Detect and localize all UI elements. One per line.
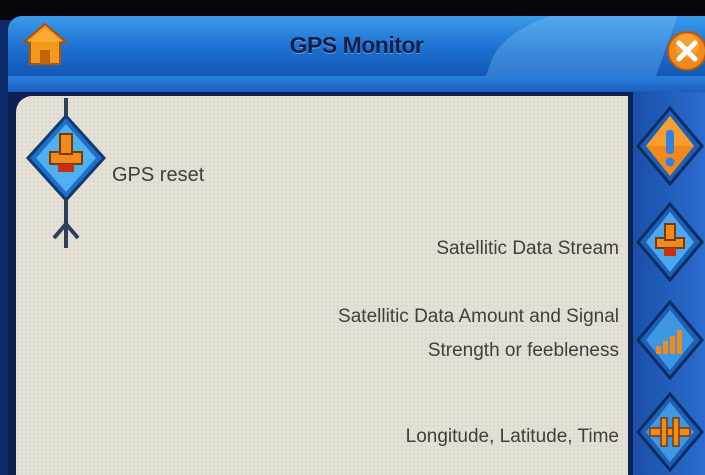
alert-button[interactable] — [636, 105, 704, 187]
signal-strength-button[interactable] — [636, 299, 704, 381]
gps-reset-label: GPS reset — [112, 164, 205, 186]
close-button[interactable] — [666, 30, 705, 72]
satellite-data-stream-button[interactable] — [636, 201, 704, 283]
signal-strength-description: Satellitic Data Amount and Signal Streng… — [338, 300, 619, 368]
home-button[interactable] — [21, 22, 69, 66]
title-separator — [8, 76, 705, 92]
signal-strength-line-1: Satellitic Data Amount and Signal — [338, 306, 619, 327]
signal-strength-line-2: Strength or feebleness — [427, 340, 619, 361]
title-bar: GPS Monitor — [8, 16, 705, 76]
close-icon — [667, 31, 705, 71]
gps-reset-icon — [25, 98, 107, 248]
coordinates-label: Longitude, Latitude, Time — [405, 426, 619, 447]
alert-icon — [636, 105, 704, 187]
page-title: GPS Monitor — [289, 32, 424, 58]
home-icon — [21, 22, 69, 65]
satellite-data-stream-icon — [636, 201, 704, 283]
coordinates-button[interactable] — [636, 391, 704, 473]
gps-reset-button[interactable] — [24, 98, 108, 248]
signal-strength-icon — [636, 299, 704, 381]
coordinates-icon — [636, 391, 704, 473]
gps-monitor-screen: GPS Monitor GPS reset Satellitic Data St… — [0, 0, 705, 475]
satellite-data-stream-label: Satellitic Data Stream — [436, 238, 619, 259]
